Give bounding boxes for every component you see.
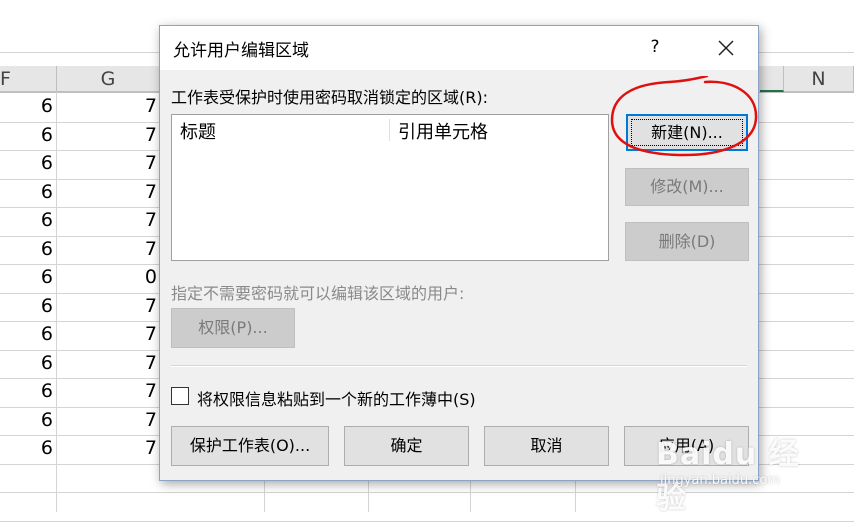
cell-g[interactable]: 0 [57,264,157,291]
cell-g[interactable]: 7 [57,378,157,405]
cell-f[interactable]: 6 [0,207,53,234]
new-button[interactable]: 新建(N)... [626,114,748,151]
protect-sheet-button[interactable]: 保护工作表(O)... [171,426,329,466]
modify-button[interactable]: 修改(M)... [625,168,749,206]
cell-f[interactable]: 6 [0,293,53,320]
cell-f[interactable]: 6 [0,435,53,462]
cell-f[interactable]: 6 [0,321,53,348]
close-icon [718,40,734,56]
cell-f[interactable]: 6 [0,264,53,291]
ok-button[interactable]: 确定 [344,426,469,466]
ranges-listbox[interactable]: 标题 引用单元格 [171,114,609,261]
column-header-n[interactable]: N [784,66,854,92]
dialog-divider [171,365,747,367]
cell-f[interactable]: 6 [0,350,53,377]
cell-f[interactable]: 6 [0,122,53,149]
permissions-button[interactable]: 权限(P)... [171,308,295,348]
cell-g[interactable]: 7 [57,179,157,206]
apply-button[interactable]: 应用(A) [624,426,749,466]
allow-users-edit-ranges-dialog: 允许用户编辑区域 ? 工作表受保护时使用密码取消锁定的区域(R): 标题 引用单… [159,25,759,481]
delete-button[interactable]: 删除(D) [625,222,749,261]
dialog-titlebar: 允许用户编辑区域 ? [160,26,758,70]
cancel-button[interactable]: 取消 [484,426,609,466]
column-header-f[interactable]: F [0,66,57,92]
cell-g[interactable]: 7 [57,435,157,462]
cell-f[interactable]: 6 [0,378,53,405]
cell-g[interactable]: 7 [57,207,157,234]
list-header-title[interactable]: 标题 [180,118,216,144]
cell-g[interactable]: 7 [57,93,157,120]
cell-g[interactable]: 7 [57,150,157,177]
cell-f[interactable]: 6 [0,236,53,263]
new-button-label: 新建(N)... [651,123,723,142]
paste-permissions-checkbox[interactable] [171,387,189,405]
cell-f[interactable]: 6 [0,150,53,177]
cell-g[interactable]: 7 [57,350,157,377]
cell-f[interactable]: 6 [0,93,53,120]
paste-permissions-label[interactable]: 将权限信息粘贴到一个新的工作薄中(S) [197,386,476,410]
cell-g[interactable]: 7 [57,407,157,434]
row-gridline [0,492,854,493]
list-header-separator[interactable] [389,119,390,141]
close-button[interactable] [708,32,744,64]
help-button[interactable]: ? [644,34,666,60]
column-header-g[interactable]: G [57,66,160,92]
ranges-label: 工作表受保护时使用密码取消锁定的区域(R): [171,88,488,107]
users-label: 指定不需要密码就可以编辑该区域的用户: [171,284,465,303]
cell-g[interactable]: 7 [57,236,157,263]
cell-g[interactable]: 7 [57,122,157,149]
list-header-reference[interactable]: 引用单元格 [398,118,488,144]
column-header-m[interactable] [760,66,784,92]
dialog-title: 允许用户编辑区域 [173,41,309,61]
cell-f[interactable]: 6 [0,407,53,434]
cell-f[interactable]: 6 [0,179,53,206]
cell-g[interactable]: 7 [57,321,157,348]
cell-g[interactable]: 7 [57,293,157,320]
